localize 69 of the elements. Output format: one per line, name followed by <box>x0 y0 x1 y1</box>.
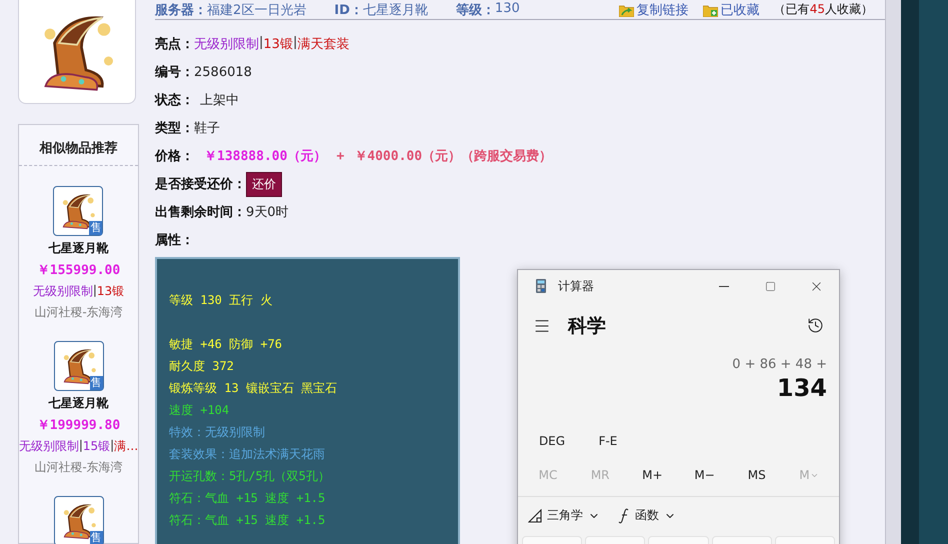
field-value: 130 <box>494 1 520 18</box>
panel-title: 相似物品推荐 <box>19 125 138 166</box>
detail-label: 状态： <box>155 92 194 109</box>
field-label: ID： <box>334 2 363 19</box>
attribute-line: 锻炼等级 13 镶嵌宝石 黑宝石 <box>169 380 338 397</box>
mode-title: 科学 <box>568 314 607 338</box>
field-value: 福建2区一日光岩 <box>207 2 306 19</box>
favorite-count: （已有45人收藏） <box>774 1 873 18</box>
attribute-line: 开运孔数：5孔/5孔（双5孔） <box>169 468 331 485</box>
attribute-line: 耐久度 372 <box>169 358 235 375</box>
tag-line: 无级别限制|13锻 <box>32 283 124 300</box>
detail-label: 出售剩余时间： <box>155 204 246 221</box>
sale-badge: 售 <box>89 221 102 235</box>
sale-badge: 售 <box>90 376 102 390</box>
attribute-line: 速度 +104 <box>169 402 230 419</box>
detail-label: 价格： <box>155 148 194 165</box>
attribute-line: 套装效果：追加法术满天花雨 <box>169 446 326 463</box>
item-price: ￥155999.00 <box>36 262 120 279</box>
memory-button[interactable]: M+ <box>628 462 676 488</box>
history-icon <box>806 317 824 334</box>
option-button[interactable]: DEG <box>526 428 578 454</box>
detail-value: 2586018 <box>194 64 252 80</box>
option-button[interactable]: F-E <box>582 428 634 454</box>
price-text: ￥4000.00（元）（跨服交易费） <box>354 148 552 165</box>
field-label: 服务器： <box>155 2 207 19</box>
result-display: 134 <box>776 373 828 402</box>
attribute-line: 敏捷 +46 防御 +76 <box>169 336 284 353</box>
function-icon <box>618 508 630 524</box>
item-thumbnail[interactable]: 售 <box>54 341 104 391</box>
field-label: 等级： <box>456 2 495 19</box>
detail-value: 鞋子 <box>194 120 220 137</box>
price-text: + <box>336 148 344 164</box>
tag-line: 无级别限制|15锻|满… <box>18 438 138 455</box>
item-name[interactable]: 七星逐月靴 <box>48 395 108 412</box>
attribute-line: 符石：气血 +15 速度 +1.5 <box>169 512 326 529</box>
folder-arrow-icon <box>618 4 634 16</box>
detail-label: 属性： <box>155 232 194 249</box>
item-thumbnail[interactable]: 售 <box>54 496 104 544</box>
detail-value: 9天0时 <box>246 204 289 221</box>
attribute-line: 符石：气血 +15 速度 +1.5 <box>169 490 326 507</box>
calculator-icon <box>536 279 546 293</box>
item-server: 山河社稷-东海湾 <box>34 304 123 321</box>
item-thumbnail[interactable]: 售 <box>53 186 104 236</box>
folder-plus-icon <box>702 4 718 16</box>
detail-label: 编号： <box>155 64 194 81</box>
item-name[interactable]: 七星逐月靴 <box>48 240 108 257</box>
price-text: ￥138888.00（元） <box>204 148 326 165</box>
maximize-icon <box>764 280 776 292</box>
triangle-ruler-icon <box>528 508 542 522</box>
copy-link[interactable]: 复制链接 <box>618 1 689 19</box>
detail-label: 是否接受还价： <box>155 176 246 193</box>
attribute-line: 特效：无级别限制 <box>169 424 266 441</box>
favorite-link[interactable]: 已收藏 <box>702 1 760 19</box>
attribute-line: 等级 130 五行 火 <box>169 292 274 309</box>
memory-button[interactable]: M− <box>680 462 729 488</box>
item-server: 山河社稷-东海湾 <box>34 459 123 476</box>
detail-label: 类型： <box>155 120 194 137</box>
field-value: 七星逐月靴 <box>362 2 428 19</box>
detail-value: 上架中 <box>200 92 239 109</box>
memory-button[interactable]: MS <box>732 462 781 488</box>
item-price: ￥199999.80 <box>36 417 120 434</box>
expression-display: 0 + 86 + 48 + <box>731 356 828 372</box>
dropdown-button[interactable]: 三角学 <box>528 507 600 524</box>
detail-label: 亮点： <box>155 36 194 53</box>
window-title: 计算器 <box>558 278 595 294</box>
dropdown-button[interactable]: 函数 <box>618 507 676 524</box>
highlight-tags: 无级别限制|13锻|满天套装 <box>194 35 350 53</box>
sale-badge: 售 <box>90 531 102 544</box>
counter-offer-button[interactable]: 还价 <box>246 172 282 196</box>
